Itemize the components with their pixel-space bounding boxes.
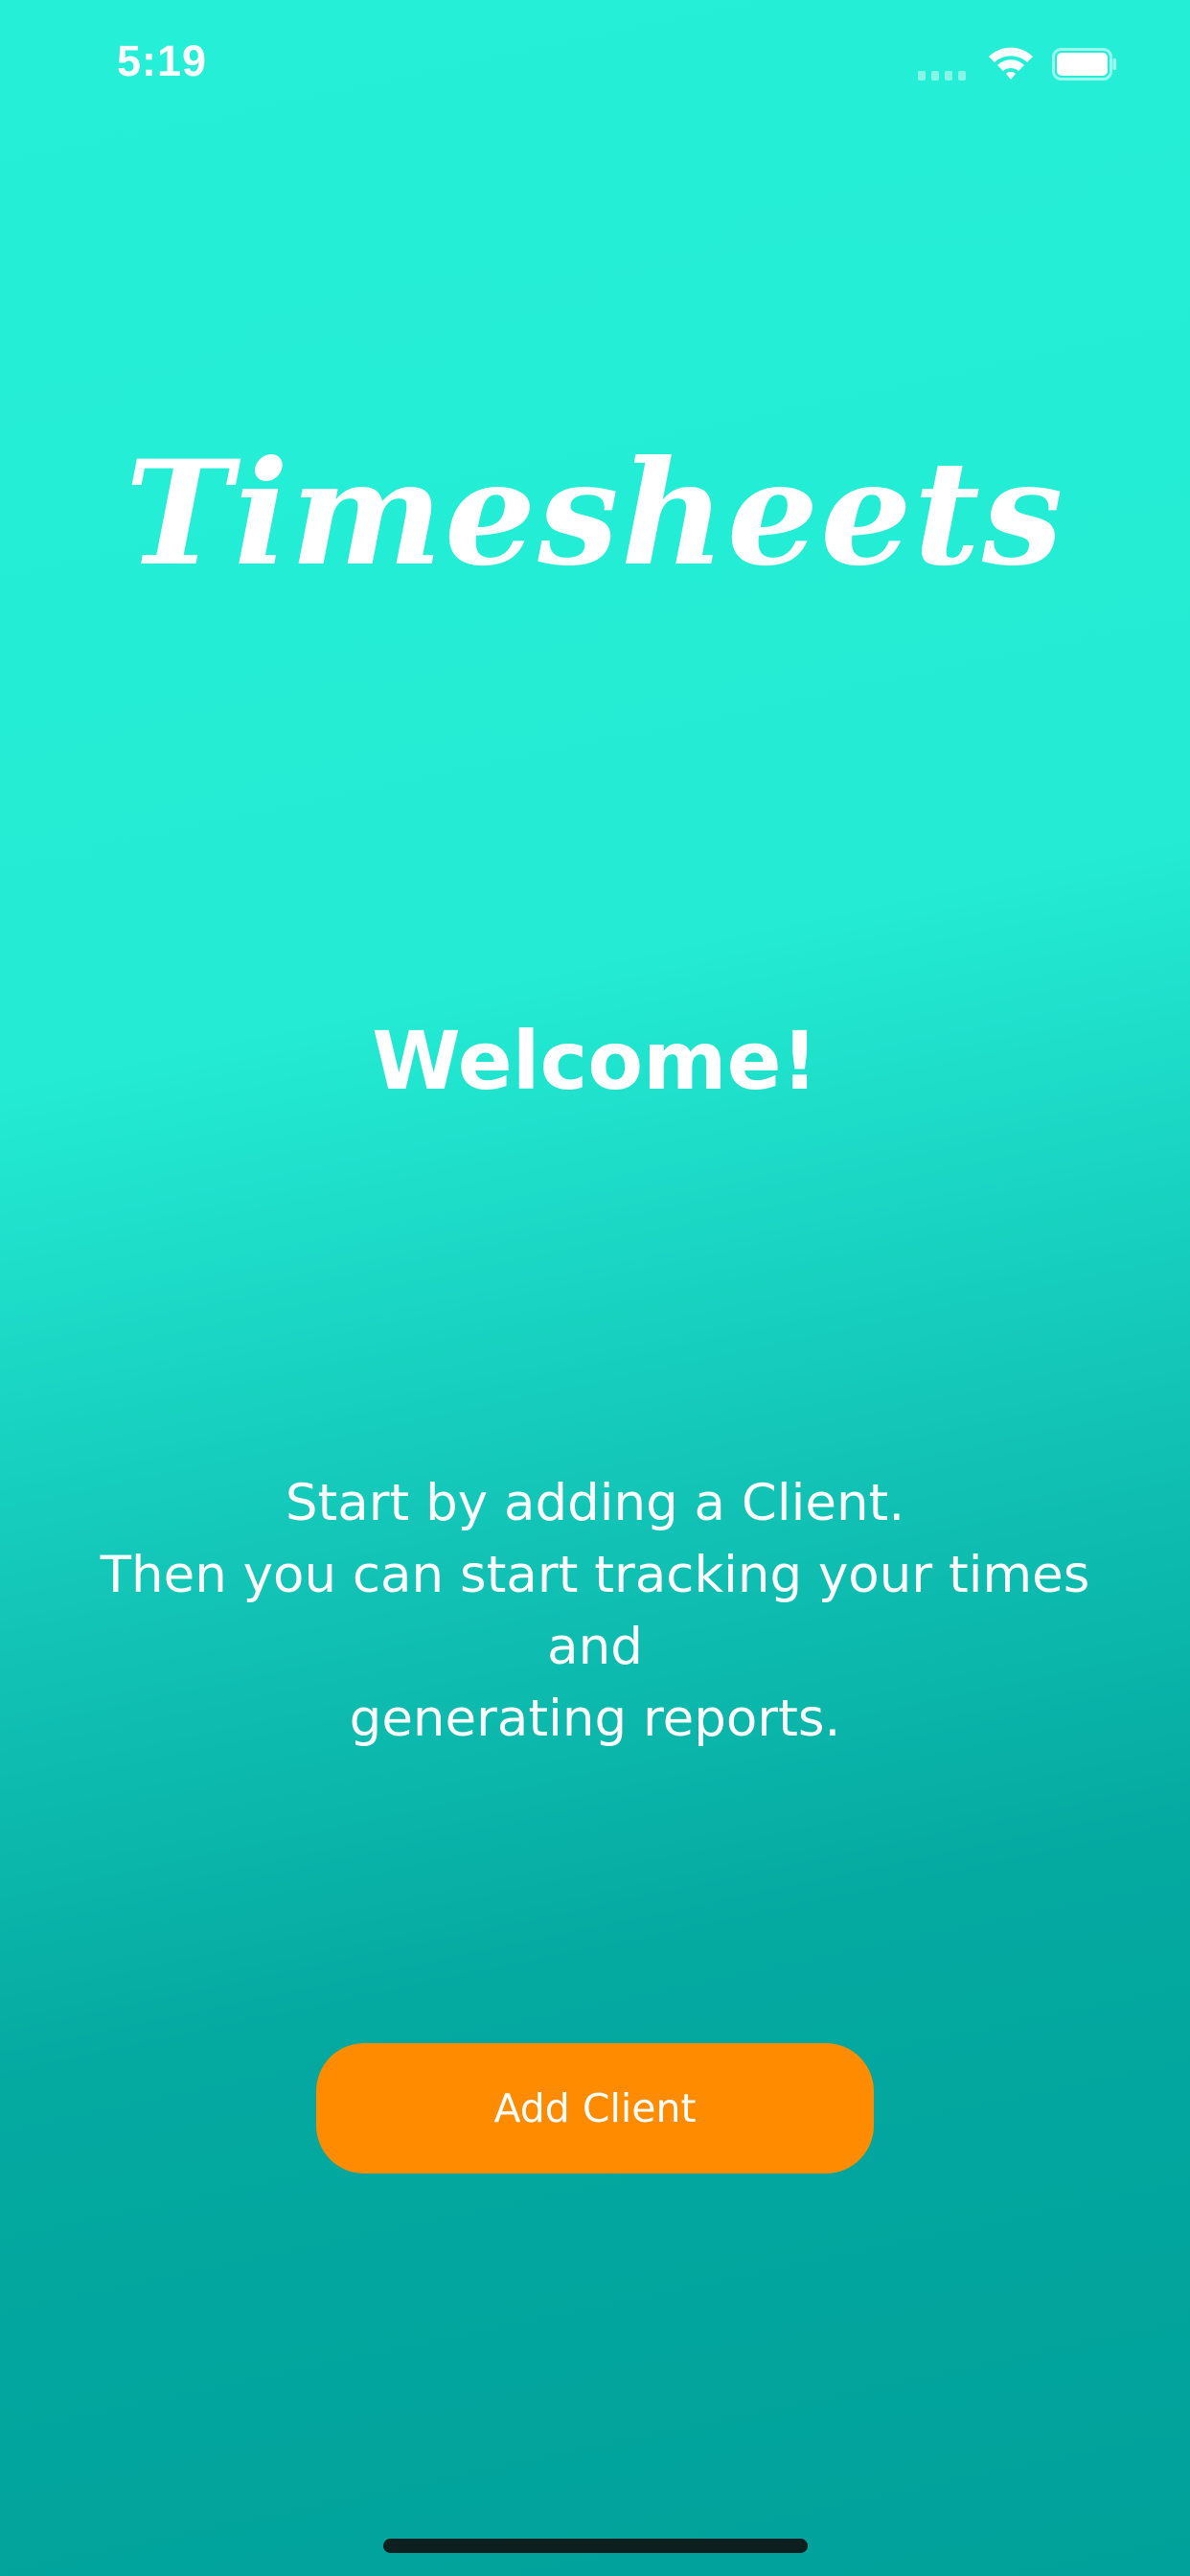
intro-line: Then you can start tracking your times a…: [100, 1546, 1090, 1676]
battery-icon: [1052, 48, 1116, 80]
status-bar: 5:19: [0, 0, 1190, 134]
app-title: Timesheets: [125, 429, 1065, 598]
intro-line: Start by adding a Client.: [285, 1474, 905, 1532]
intro-line: generating reports.: [349, 1690, 841, 1748]
home-indicator[interactable]: [383, 2539, 808, 2553]
intro-text: Start by adding a Client. Then you can s…: [57, 1467, 1133, 1755]
cellular-signal-icon: [918, 71, 968, 80]
add-client-label: Add Client: [493, 2085, 697, 2131]
wifi-icon: [989, 47, 1033, 80]
add-client-button[interactable]: Add Client: [316, 2043, 874, 2174]
status-time: 5:19: [117, 36, 208, 85]
welcome-heading: Welcome!: [372, 1014, 818, 1108]
